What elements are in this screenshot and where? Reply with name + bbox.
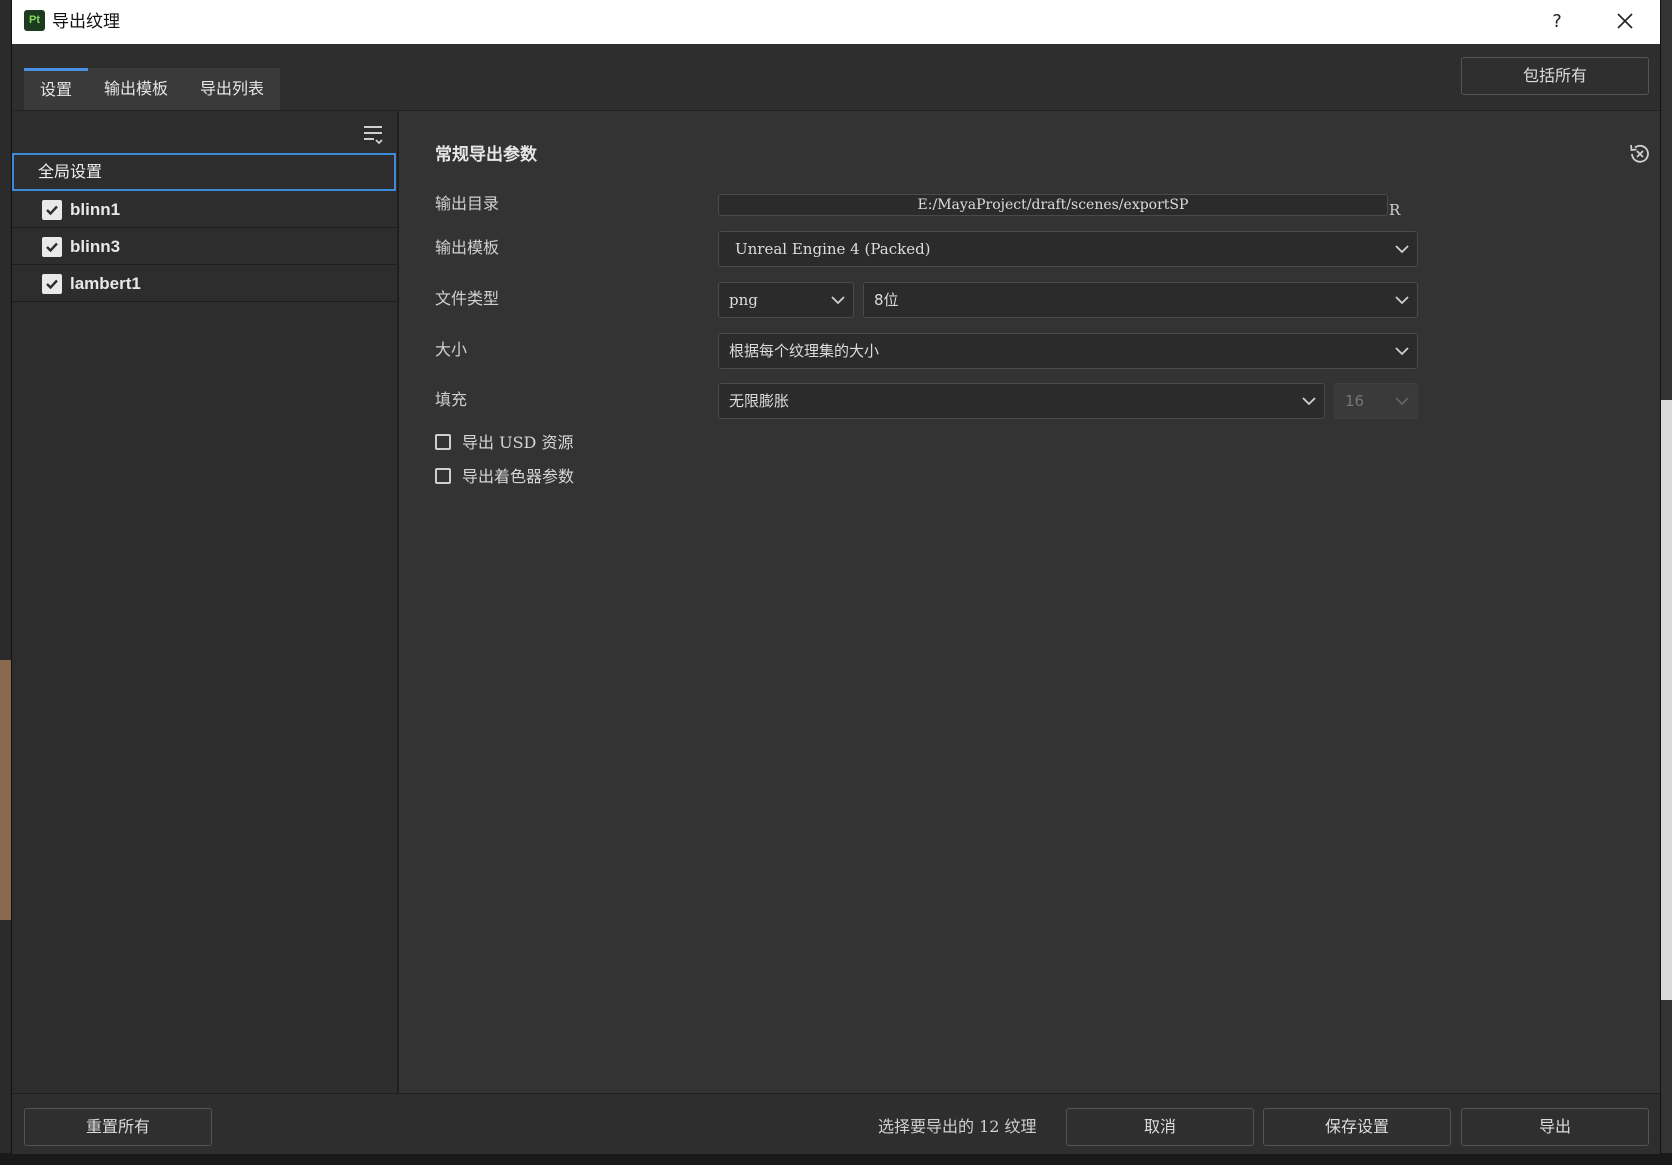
chevron-down-icon (1302, 397, 1316, 406)
file-format-select[interactable]: png (718, 282, 854, 318)
export-button[interactable]: 导出 (1461, 1108, 1649, 1146)
app-logo-icon: Pt (24, 10, 45, 31)
texture-set-label: blinn1 (70, 200, 121, 219)
chevron-down-icon (1395, 347, 1409, 356)
output-dir-value: E:/MayaProject/draft/scenes/exportSP (917, 197, 1189, 213)
file-format-value: png (729, 291, 758, 309)
tab-output-templates[interactable]: 输出模板 (88, 68, 185, 110)
tab-settings[interactable]: 设置 (24, 68, 89, 110)
include-all-button[interactable]: 包括所有 (1461, 57, 1649, 95)
bit-depth-select[interactable]: 8位 (863, 282, 1418, 318)
texture-set-label: lambert1 (70, 274, 141, 293)
bit-depth-value: 8位 (874, 291, 899, 309)
reset-icon (1630, 144, 1649, 163)
texture-set-label: blinn3 (70, 237, 121, 256)
padding-value: 无限膨胀 (729, 392, 790, 410)
padding-select[interactable]: 无限膨胀 (718, 383, 1325, 419)
texture-set-row[interactable]: blinn3 (12, 228, 397, 265)
chevron-down-icon (1395, 296, 1409, 305)
texture-set-checkbox[interactable] (42, 237, 62, 257)
export-usd-label: 导出 USD 资源 (462, 433, 574, 452)
settings-panel: 常规导出参数 输出目录 E:/MayaProject/draft/scenes/… (399, 110, 1660, 1094)
size-select[interactable]: 根据每个纹理集的大小 (718, 333, 1418, 369)
texture-set-checkbox[interactable] (42, 200, 62, 220)
tab-bar: 设置 输出模板 导出列表 (24, 68, 281, 110)
list-options-button[interactable] (362, 123, 386, 147)
save-settings-button[interactable]: 保存设置 (1263, 1108, 1451, 1146)
size-value: 根据每个纹理集的大小 (729, 342, 880, 360)
footer-bar: 重置所有 选择要导出的 12 纹理 取消 保存设置 导出 (12, 1093, 1660, 1154)
window-title: 导出纹理 (52, 12, 120, 32)
reset-all-button[interactable]: 重置所有 (24, 1108, 212, 1146)
export-count-status: 选择要导出的 12 纹理 (878, 1117, 1037, 1136)
output-template-label: 输出模板 (435, 238, 500, 257)
file-type-label: 文件类型 (435, 289, 500, 308)
background-edge (0, 1153, 1672, 1165)
size-label: 大小 (435, 340, 468, 359)
chevron-down-icon (831, 296, 845, 305)
global-settings-item[interactable]: 全局设置 (12, 153, 396, 191)
help-button[interactable]: ? (1542, 8, 1572, 36)
tab-export-list[interactable]: 导出列表 (184, 68, 281, 110)
export-usd-checkbox[interactable] (435, 434, 451, 450)
export-shader-label: 导出着色器参数 (462, 467, 575, 486)
cancel-button[interactable]: 取消 (1066, 1108, 1254, 1146)
close-icon (1617, 13, 1633, 29)
chevron-down-icon (1395, 397, 1409, 406)
export-textures-dialog: Pt 导出纹理 ? 设置 输出模板 导出列表 包括所有 全局设置 blinn1 (12, 0, 1660, 1154)
texture-set-panel: 全局设置 blinn1 blinn3 lambert1 (12, 110, 399, 1094)
output-dir-suffix: R (1389, 201, 1401, 219)
texture-set-checkbox[interactable] (42, 274, 62, 294)
section-title: 常规导出参数 (435, 145, 537, 165)
reset-settings-button[interactable] (1627, 141, 1653, 167)
check-icon (46, 279, 58, 290)
chevron-down-icon (1395, 245, 1409, 254)
export-shader-checkbox[interactable] (435, 468, 451, 484)
title-bar: Pt 导出纹理 ? (12, 0, 1660, 44)
filter-list-icon (364, 126, 383, 145)
output-template-select[interactable]: Unreal Engine 4 (Packed) (718, 231, 1418, 267)
background-object (1660, 400, 1672, 1000)
output-template-value: Unreal Engine 4 (Packed) (735, 240, 931, 258)
padding-distance-select: 16 (1334, 383, 1418, 419)
output-dir-label: 输出目录 (435, 194, 500, 213)
check-icon (46, 242, 58, 253)
padding-distance-value: 16 (1345, 392, 1365, 410)
texture-set-row[interactable]: blinn1 (12, 191, 397, 228)
texture-set-row[interactable]: lambert1 (12, 265, 397, 302)
check-icon (46, 205, 58, 216)
close-button[interactable] (1610, 8, 1640, 36)
background-object (0, 660, 12, 920)
output-dir-field[interactable]: E:/MayaProject/draft/scenes/exportSP (718, 194, 1388, 216)
padding-label: 填充 (435, 390, 468, 409)
